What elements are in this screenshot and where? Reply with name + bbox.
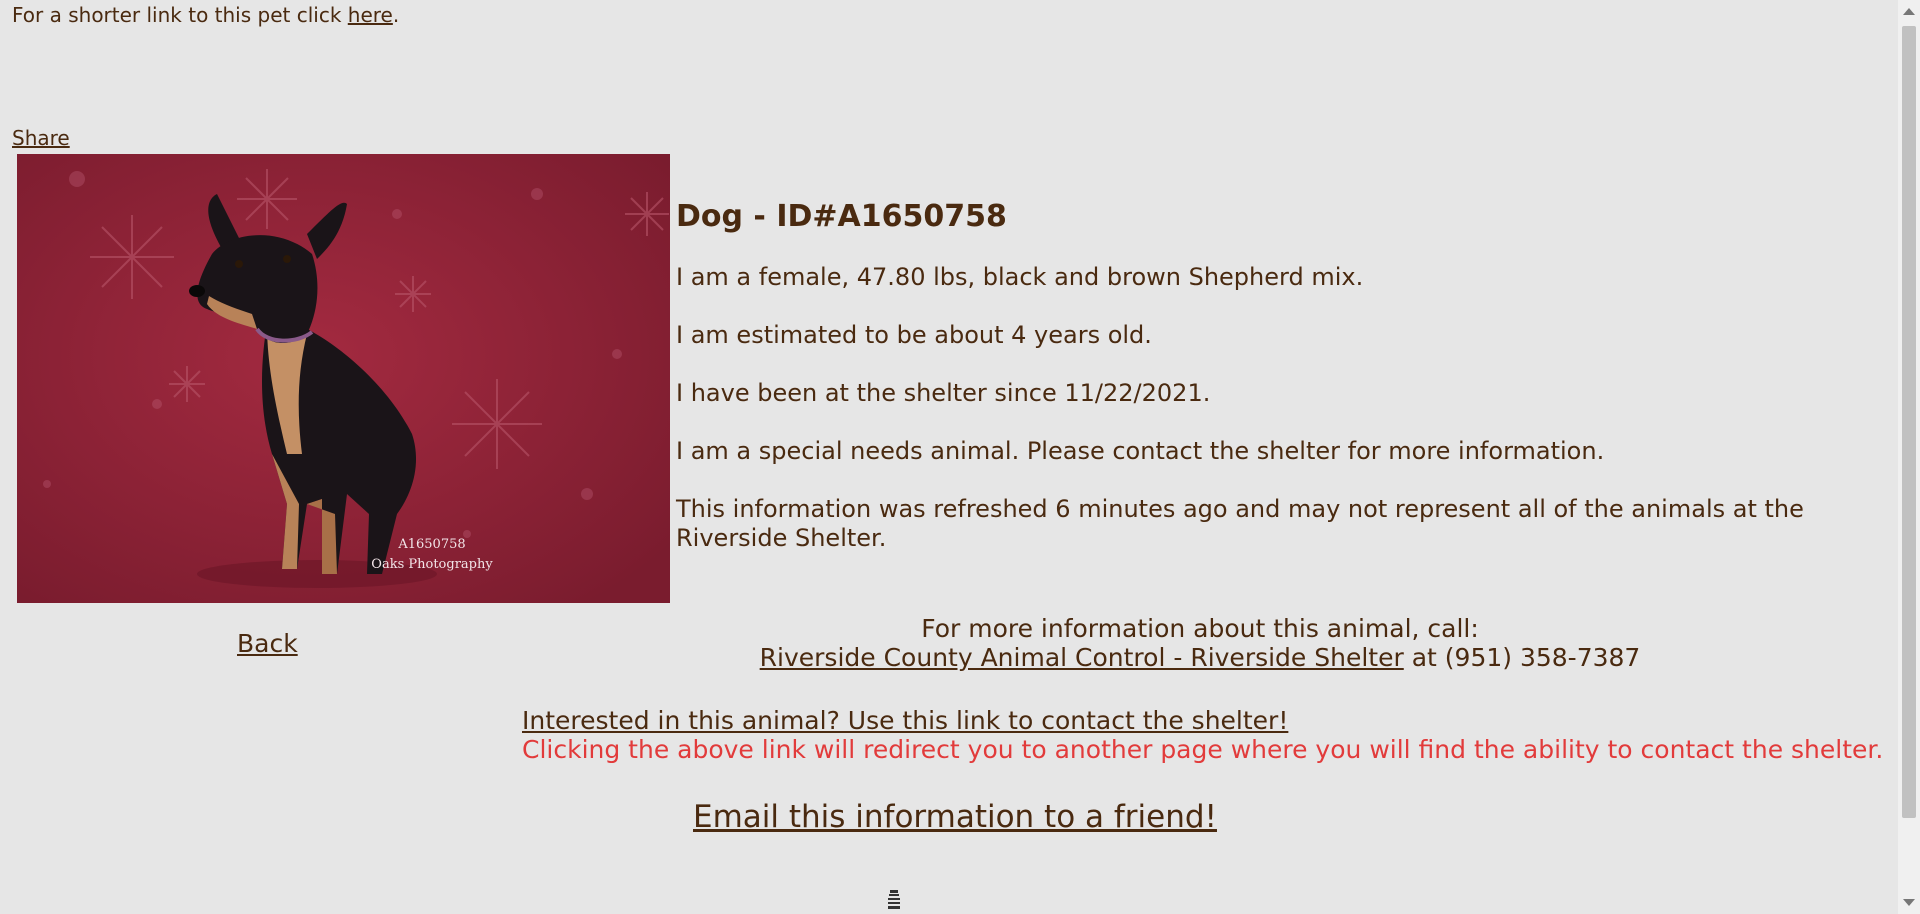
scroll-down-icon[interactable] (1903, 899, 1915, 906)
short-link-line: For a shorter link to this pet click her… (12, 3, 399, 27)
contact-prompt: For more information about this animal, … (921, 614, 1479, 643)
scroll-thumb[interactable] (1902, 26, 1916, 818)
interest-section: Interested in this animal? Use this link… (522, 706, 1883, 764)
loading-spinner-icon (888, 890, 900, 909)
refresh-notice: This information was refreshed 6 minutes… (676, 495, 1804, 552)
animal-title: Dog - ID#A1650758 (676, 199, 1007, 234)
contact-line: Riverside County Animal Control - Rivers… (676, 643, 1724, 672)
short-link-text: For a shorter link to this pet click (12, 3, 348, 27)
contact-info: For more information about this animal, … (676, 614, 1724, 672)
shelter-link[interactable]: Riverside County Animal Control - Rivers… (760, 643, 1404, 672)
back-link[interactable]: Back (237, 629, 298, 659)
email-friend-link[interactable]: Email this information to a friend! (693, 798, 1217, 836)
short-link-here[interactable]: here (348, 3, 393, 27)
shelter-phone: at (951) 358-7387 (1403, 643, 1641, 672)
animal-description: I am a female, 47.80 lbs, black and brow… (676, 263, 1364, 291)
animal-age: I am estimated to be about 4 years old. (676, 321, 1152, 349)
redirect-note: Clicking the above link will redirect yo… (522, 735, 1884, 764)
vertical-scrollbar[interactable] (1898, 0, 1920, 914)
animal-special-needs: I am a special needs animal. Please cont… (676, 437, 1605, 465)
scroll-up-icon[interactable] (1903, 8, 1915, 15)
contact-shelter-link[interactable]: Interested in this animal? Use this link… (522, 706, 1288, 735)
short-link-period: . (392, 3, 400, 27)
pet-photo: A1650758 Oaks Photography (17, 154, 670, 603)
photo-watermark-id: A1650758 (397, 537, 465, 552)
animal-info: Dog - ID#A1650758 I am a female, 47.80 l… (676, 197, 1856, 582)
pet-detail-page: For a shorter link to this pet click her… (0, 0, 1898, 914)
animal-intake-date: I have been at the shelter since 11/22/2… (676, 379, 1211, 407)
pet-photo-illustration: A1650758 Oaks Photography (17, 154, 670, 603)
photo-watermark-credit: Oaks Photography (371, 557, 493, 572)
share-link[interactable]: Share (12, 126, 70, 150)
